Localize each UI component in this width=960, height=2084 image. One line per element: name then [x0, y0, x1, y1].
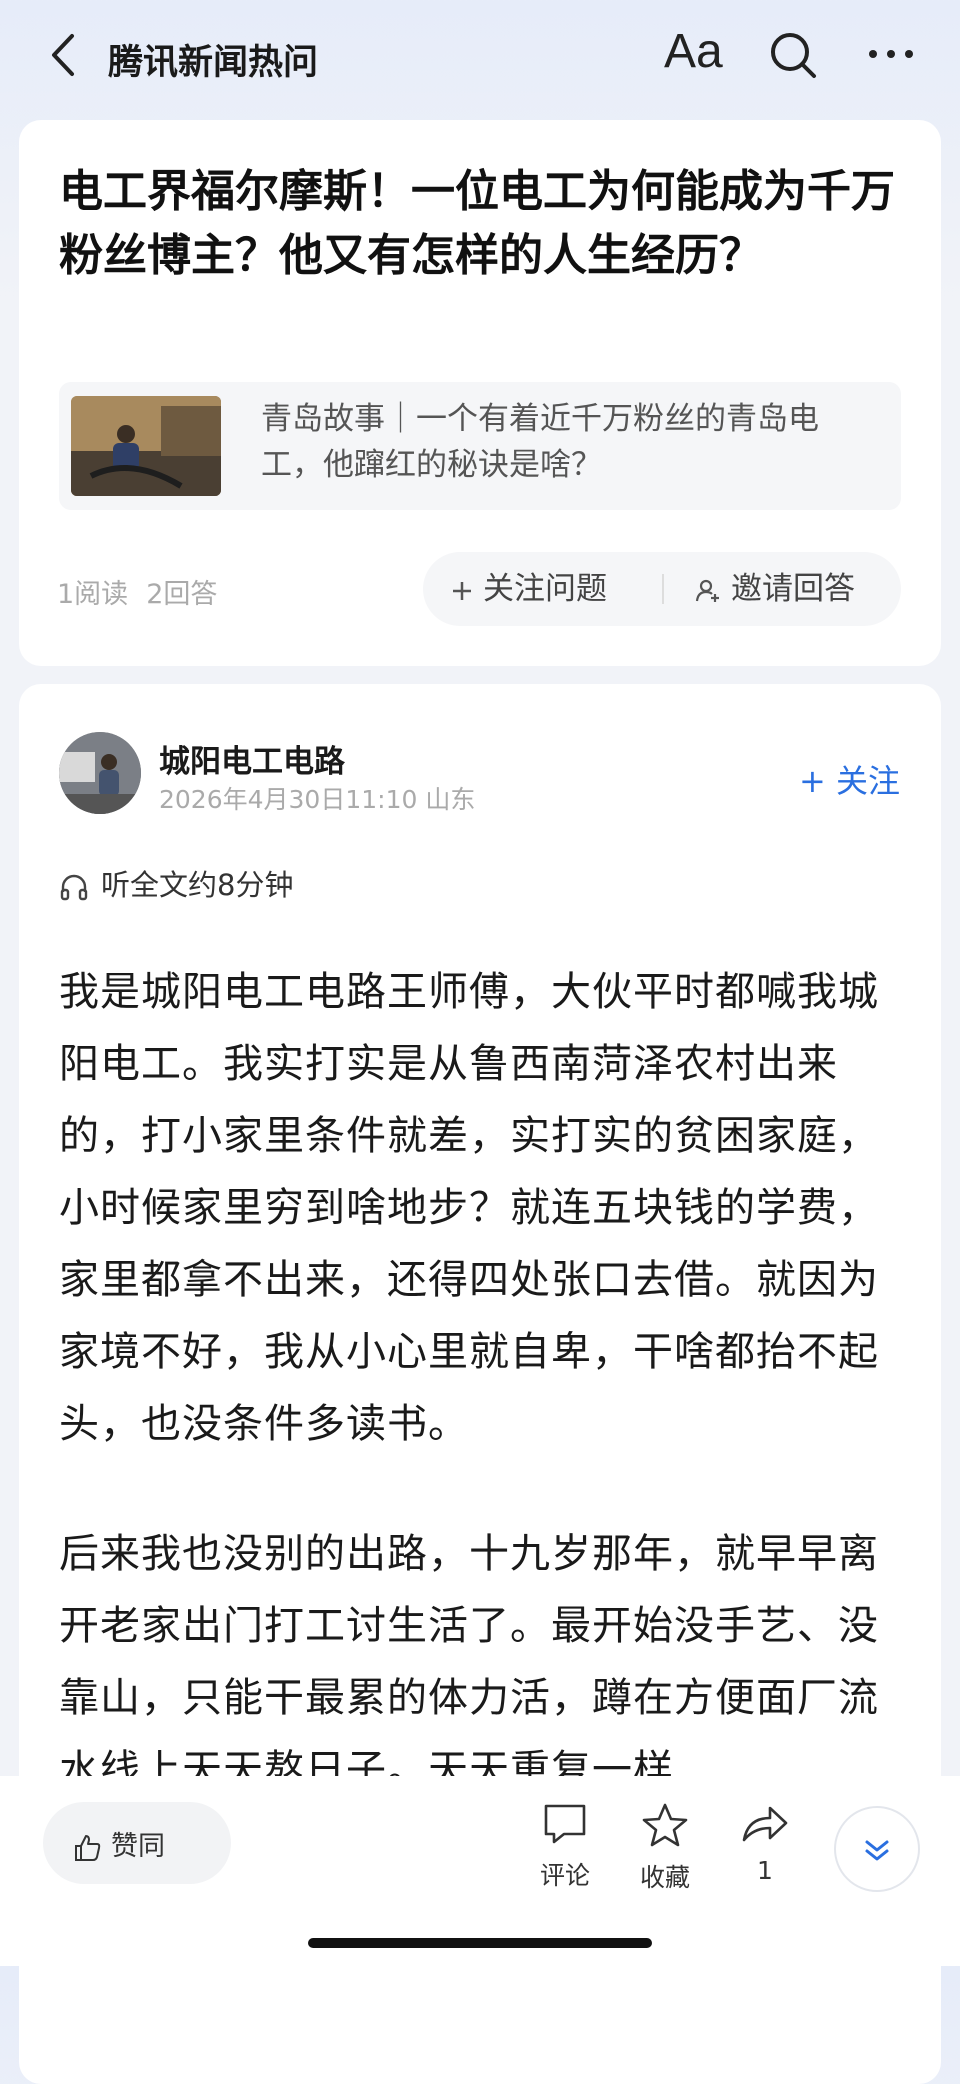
post-meta: 2026年4月30日11:10 山东 — [159, 785, 476, 814]
answer-paragraph: 我是城阳电工电路王师傅，大伙平时都喊我城阳电工。我实打实是从鲁西南菏泽农村出来的… — [59, 969, 879, 1447]
more-icon[interactable] — [866, 44, 916, 64]
follow-author-button[interactable]: + 关注 — [799, 756, 900, 802]
comment-button[interactable]: 评论 — [520, 1802, 610, 1892]
share-count: 1 — [757, 1856, 773, 1885]
share-button[interactable]: 1 — [720, 1802, 810, 1885]
question-card: 电工界福尔摩斯！一位电工为何能成为千万粉丝博主？他又有怎样的人生经历？ 青岛故事… — [19, 120, 941, 666]
invite-answer-button[interactable]: 邀请回答 — [695, 552, 855, 626]
star-icon — [642, 1803, 688, 1847]
question-actions: 关注问题 邀请回答 — [423, 552, 901, 626]
divider — [662, 574, 664, 604]
back-icon[interactable] — [44, 30, 84, 80]
scroll-down-button[interactable] — [834, 1806, 920, 1892]
follow-question-label: 关注问题 — [483, 571, 607, 607]
answer-count: 2回答 — [146, 579, 218, 610]
answer-paragraph: 后来我也没别的出路，十九岁那年，就早早离开老家出门打工讨生活了。最开始没手艺、没… — [59, 1531, 879, 1793]
share-icon — [742, 1806, 788, 1842]
read-count: 1阅读 — [57, 579, 129, 610]
like-button[interactable]: 赞同 — [43, 1802, 231, 1884]
question-stats: 1阅读 2回答 — [57, 572, 235, 611]
thumbs-up-icon — [75, 1834, 101, 1861]
reference-thumbnail — [71, 396, 221, 496]
page-title: 腾讯新闻热问 — [108, 43, 319, 83]
font-size-button[interactable]: Aa — [664, 24, 723, 79]
avatar[interactable] — [59, 732, 141, 814]
top-bar: 腾讯新闻热问 Aa — [0, 0, 960, 120]
comment-label: 评论 — [539, 1861, 590, 1890]
comment-icon — [544, 1804, 586, 1844]
reference-title: 青岛故事｜一个有着近千万粉丝的青岛电工，他蹿红的秘诀是啥？ — [261, 401, 819, 483]
follow-question-button[interactable]: 关注问题 — [451, 552, 607, 626]
invite-user-icon — [695, 579, 719, 602]
invite-answer-label: 邀请回答 — [731, 571, 855, 607]
double-chevron-down-icon — [865, 1840, 889, 1861]
question-title: 电工界福尔摩斯！一位电工为何能成为千万粉丝博主？他又有怎样的人生经历？ — [59, 166, 895, 281]
reference-article[interactable]: 青岛故事｜一个有着近千万粉丝的青岛电工，他蹿红的秘诀是啥？ — [59, 382, 901, 510]
author-name[interactable]: 城阳电工电路 — [159, 736, 345, 781]
home-indicator[interactable] — [308, 1938, 652, 1948]
listen-button[interactable]: 听全文约8分钟 — [59, 862, 293, 904]
collect-label: 收藏 — [639, 1863, 690, 1892]
collect-button[interactable]: 收藏 — [620, 1802, 710, 1894]
listen-label: 听全文约8分钟 — [101, 868, 294, 902]
like-label: 赞同 — [111, 1831, 165, 1862]
search-icon[interactable] — [768, 30, 818, 80]
plus-icon — [453, 581, 471, 600]
like-inner: 赞同 — [73, 1824, 165, 1863]
headphones-icon — [60, 874, 88, 901]
